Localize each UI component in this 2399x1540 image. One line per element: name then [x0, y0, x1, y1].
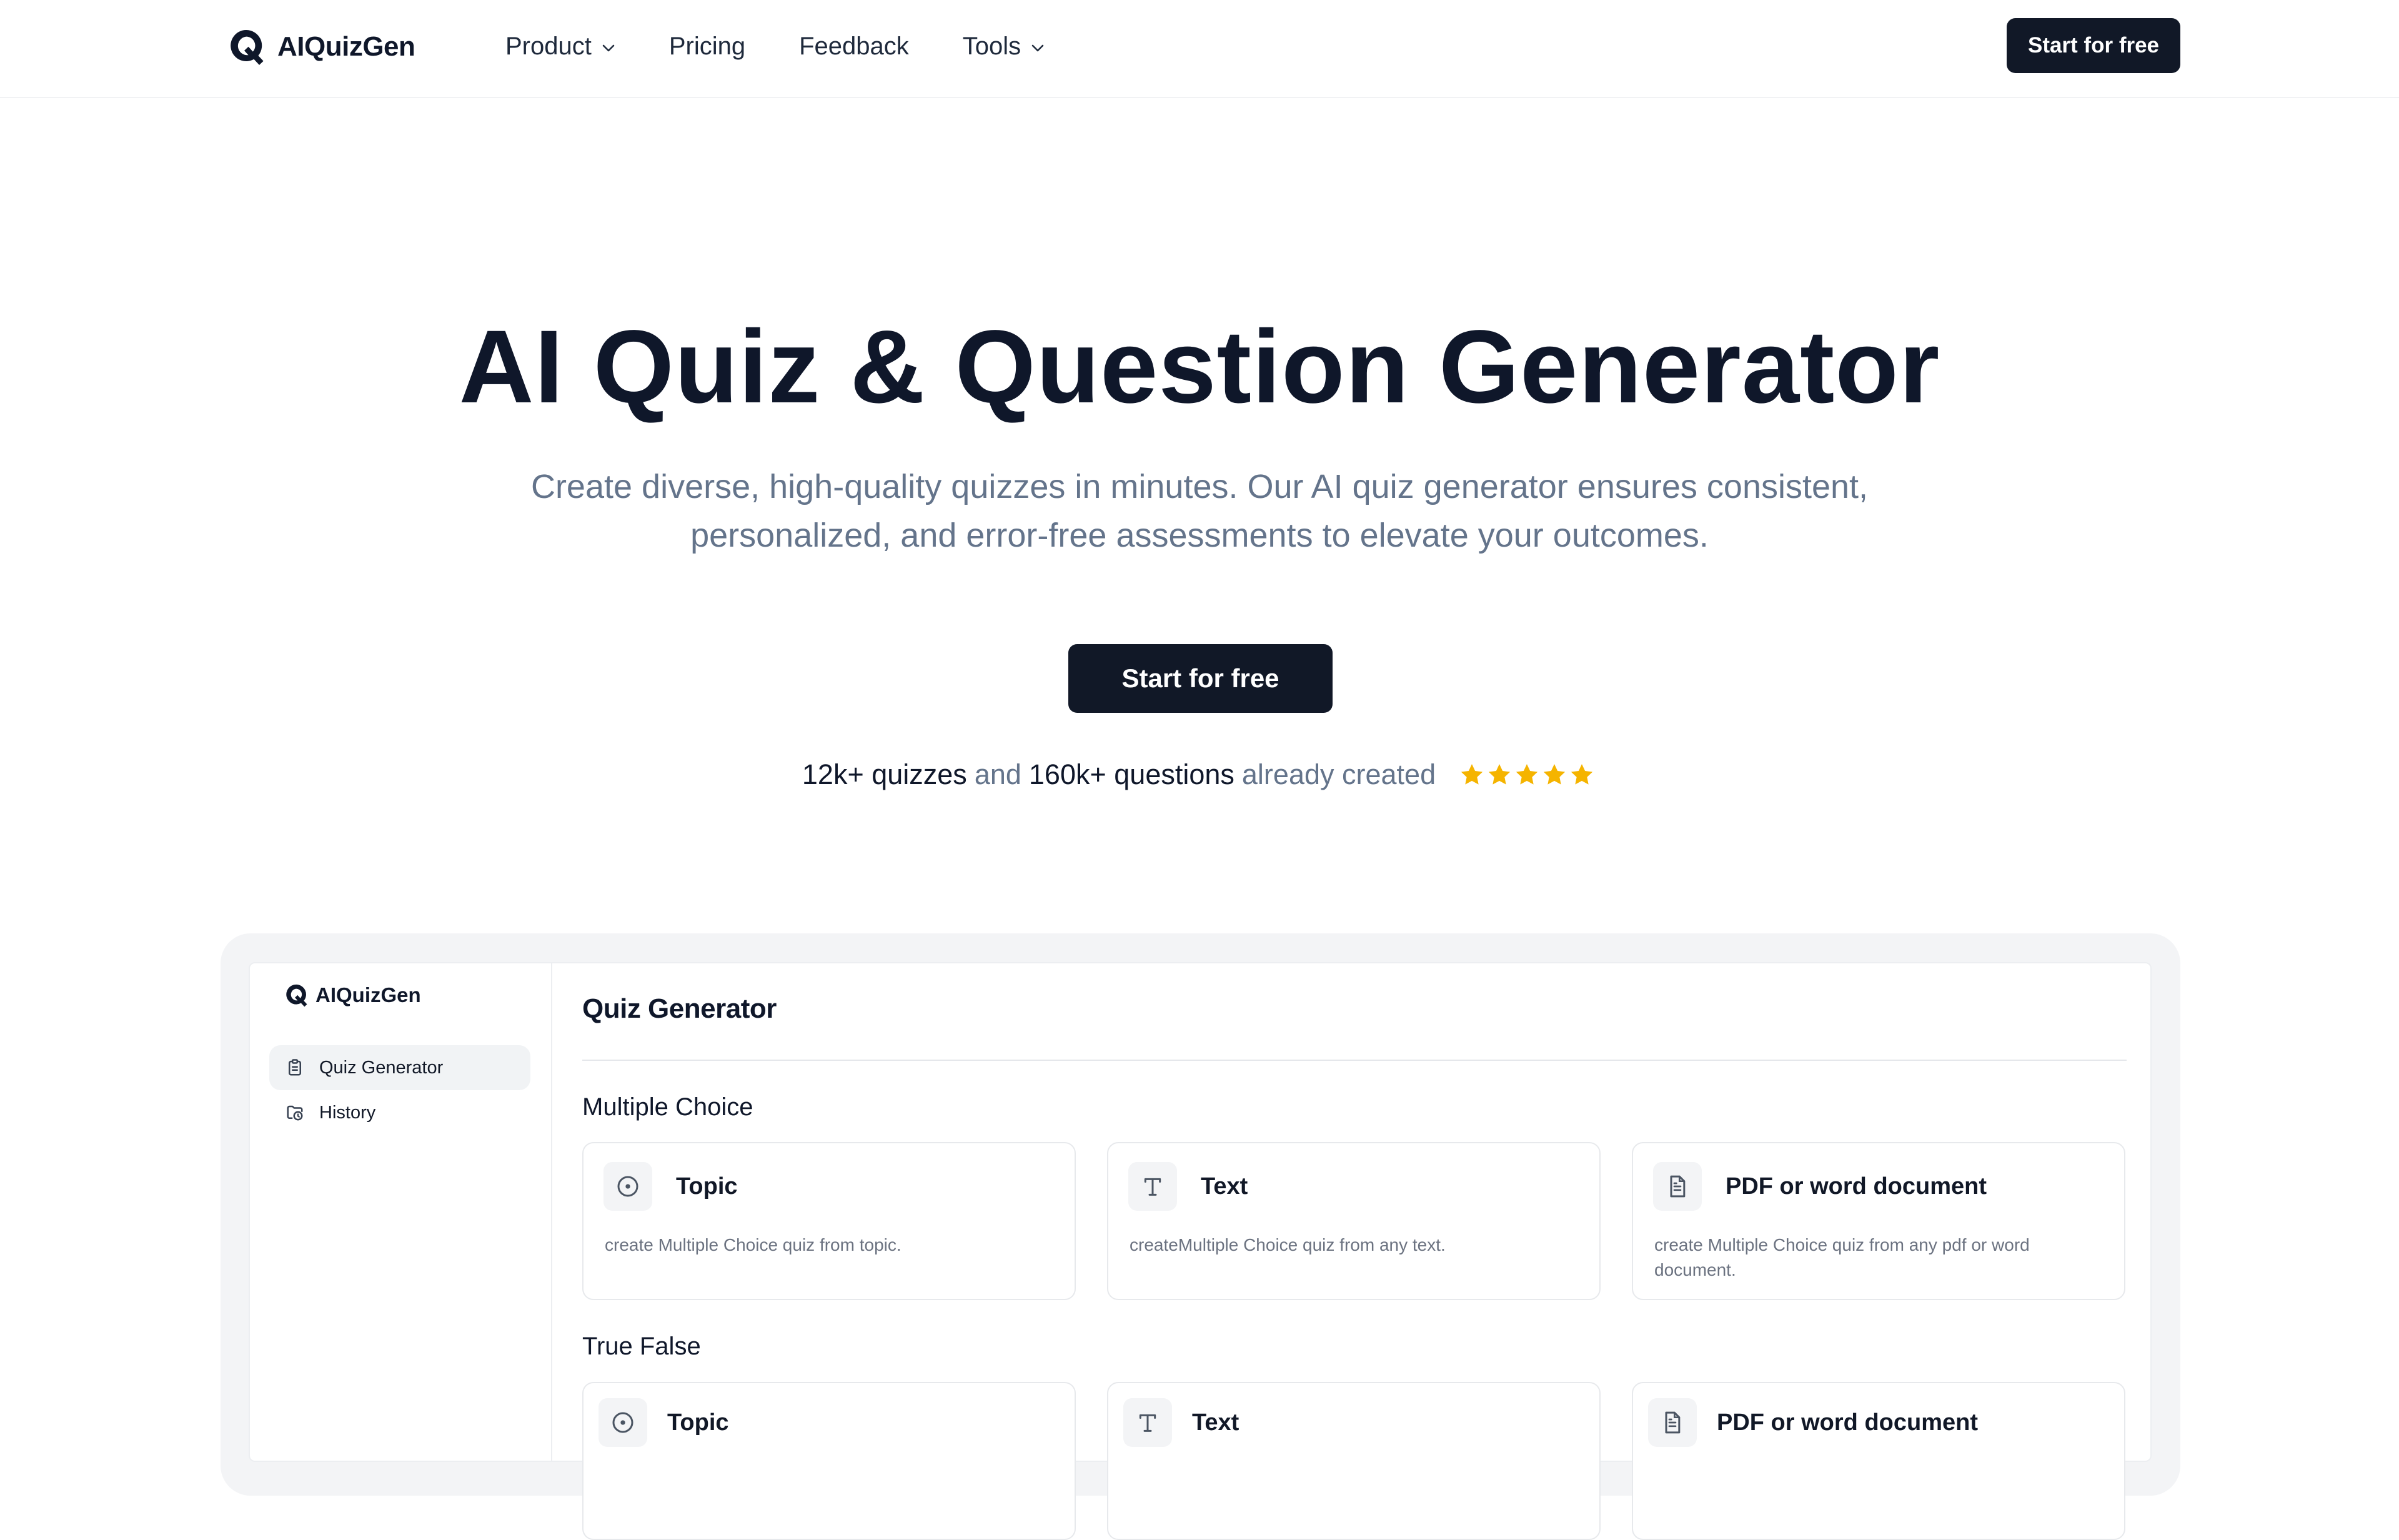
card-tf-topic[interactable]: Topic — [582, 1382, 1076, 1540]
sidebar-item-label: History — [319, 1102, 376, 1123]
nav-pricing-link[interactable]: Pricing — [669, 32, 745, 61]
text-icon — [1144, 1178, 1161, 1196]
hero-start-free-button[interactable]: Start for free — [1068, 644, 1333, 713]
document-icon — [1665, 1411, 1681, 1434]
card-icon-box — [603, 1162, 652, 1211]
card-description: create Multiple Choice quiz from any pdf… — [1654, 1235, 2030, 1279]
card-tf-document[interactable]: PDF or word document — [1632, 1382, 2125, 1540]
target-icon — [617, 1176, 638, 1197]
nav-feedback-label: Feedback — [799, 32, 909, 60]
card-title: Topic — [676, 1173, 738, 1200]
card-tf-text[interactable]: Text — [1107, 1382, 1601, 1540]
section-label-true-false: True False — [582, 1333, 701, 1360]
hero-title: AI Quiz & Question Generator — [459, 309, 1940, 425]
card-icon-box — [1123, 1398, 1172, 1447]
nav-product-menu[interactable]: Product — [505, 32, 615, 61]
card-description: create Multiple Choice quiz from topic. — [605, 1235, 901, 1254]
card-mc-topic[interactable]: Topic create Multiple Choice quiz from t… — [582, 1142, 1076, 1300]
hero-subtitle-line-1: Create diverse, high-quality quizzes in … — [530, 468, 1869, 505]
nav-tools-label: Tools — [962, 32, 1021, 60]
card-mc-document[interactable]: PDF or word document create Multiple Cho… — [1632, 1142, 2125, 1300]
chevron-down-icon — [1031, 44, 1044, 52]
card-header: Text — [1123, 1398, 1239, 1447]
card-title: PDF or word document — [1726, 1173, 1987, 1200]
preview-brand-name: AIQuizGen — [315, 983, 421, 1006]
card-title: Topic — [667, 1409, 729, 1436]
card-icon-box — [1653, 1162, 1702, 1211]
chevron-down-icon — [602, 44, 615, 52]
nav-product-label: Product — [505, 32, 592, 60]
stat-suffix: already created — [1241, 758, 1436, 790]
card-title: PDF or word document — [1717, 1409, 1978, 1436]
usage-stats: 12k+ quizzes and 160k+ questions already… — [0, 756, 2399, 793]
star-icon — [1461, 764, 1483, 785]
star-icon — [1543, 764, 1566, 785]
nav-pricing-label: Pricing — [668, 32, 746, 60]
card-icon-box — [1128, 1162, 1177, 1211]
star-icon — [1571, 764, 1593, 785]
card-header: Topic — [603, 1162, 738, 1211]
star-icon — [1516, 764, 1538, 785]
title-divider — [582, 1060, 2127, 1061]
section-label-multiple-choice: Multiple Choice — [582, 1093, 753, 1121]
main-nav: Product Pricing Feedback Tools — [505, 27, 1045, 65]
preview-sidebar — [249, 962, 552, 1462]
q-logo-icon — [231, 29, 264, 65]
sidebar-item-label: Quiz Generator — [319, 1057, 444, 1078]
top-navbar: AIQuizGen Product Pricing Feedback Tools… — [0, 0, 2399, 98]
document-icon — [1670, 1175, 1686, 1198]
card-icon-box — [599, 1398, 647, 1447]
rating-stars — [1459, 762, 1597, 787]
brand-logo-link[interactable]: AIQuizGen — [227, 25, 415, 69]
q-logo-icon — [286, 984, 307, 1007]
card-icon-box — [1648, 1398, 1697, 1447]
text-icon — [1139, 1414, 1156, 1432]
card-header: Text — [1128, 1162, 1248, 1211]
sidebar-item-history[interactable]: History — [269, 1090, 530, 1135]
hero-subtitle-line-2: personalized, and error-free assessments… — [690, 517, 1709, 554]
nav-start-free-button[interactable]: Start for free — [2007, 18, 2180, 73]
hero-subtitle: Create diverse, high-quality quizzes in … — [437, 462, 1962, 560]
folder-clock-icon — [287, 1105, 303, 1121]
stat-quizzes: 12k+ quizzes — [802, 758, 967, 790]
target-icon — [612, 1412, 633, 1433]
stat-and: and — [974, 758, 1021, 790]
preview-brand: AIQuizGen — [284, 982, 421, 1008]
preview-page-title: Quiz Generator — [582, 993, 777, 1024]
card-header: PDF or word document — [1653, 1162, 1987, 1211]
nav-tools-menu[interactable]: Tools — [963, 32, 1045, 61]
card-title: Text — [1201, 1173, 1248, 1200]
star-icon — [1488, 764, 1511, 785]
brand-name: AIQuizGen — [277, 31, 415, 62]
card-mc-text[interactable]: Text createMultiple Choice quiz from any… — [1107, 1142, 1601, 1300]
stat-questions: 160k+ questions — [1028, 758, 1234, 790]
card-header: PDF or word document — [1648, 1398, 1978, 1447]
card-title: Text — [1192, 1409, 1239, 1436]
clipboard-icon — [289, 1059, 301, 1076]
sidebar-item-quiz-generator[interactable]: Quiz Generator — [269, 1045, 530, 1090]
card-description: createMultiple Choice quiz from any text… — [1130, 1235, 1446, 1254]
nav-feedback-link[interactable]: Feedback — [799, 32, 909, 61]
card-header: Topic — [599, 1398, 729, 1447]
